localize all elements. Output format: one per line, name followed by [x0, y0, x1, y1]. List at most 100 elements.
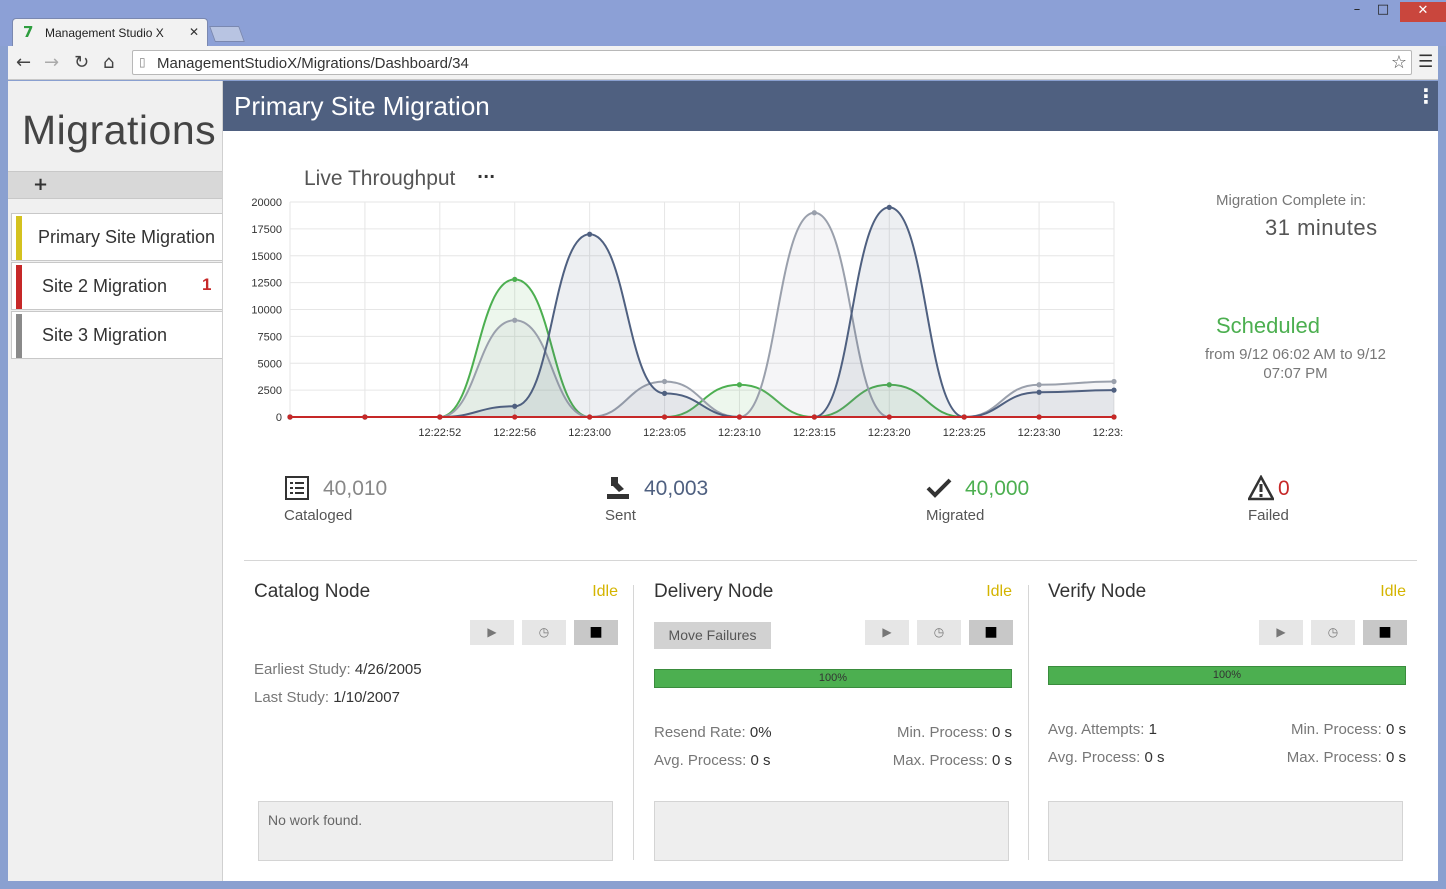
stat-label: Migrated: [926, 507, 985, 524]
min-process-label: Min. Process:: [896, 724, 988, 741]
page-icon: ▯: [139, 55, 146, 69]
stat-label: Failed: [1248, 507, 1289, 524]
data-point: [661, 390, 668, 396]
app-root: Migrations + Primary Site Migration Site…: [8, 81, 1438, 881]
avg-attempts-label: Avg. Attempts:: [1048, 721, 1145, 738]
schedule-button[interactable]: ◷: [917, 620, 961, 645]
schedule-button[interactable]: ◷: [522, 620, 566, 645]
error-count-badge: 1: [202, 275, 212, 294]
column-divider: [1028, 585, 1029, 860]
data-point: [961, 414, 967, 420]
min-process: Min. Process: 0 s: [1291, 721, 1406, 738]
avg-attempts-value: 1: [1148, 721, 1157, 738]
schedule-button[interactable]: ◷: [1311, 620, 1355, 645]
stop-button[interactable]: ■: [969, 620, 1013, 645]
data-point: [1036, 414, 1042, 420]
y-tick-label: 2500: [258, 385, 282, 397]
data-point: [661, 378, 668, 385]
min-process-value: 0 s: [991, 724, 1012, 741]
migration-name: Primary Site Migration: [38, 227, 216, 247]
browser-tab[interactable]: 7 Management Studio X ✕: [12, 18, 208, 46]
minimize-icon[interactable]: –: [1346, 2, 1368, 22]
progress-bar: 100%: [1048, 666, 1406, 685]
avg-process-label: Avg. Process:: [1048, 749, 1141, 766]
x-tick-label: 12:22:52: [418, 427, 461, 439]
page-header: Primary Site Migration ⋮: [223, 81, 1438, 131]
data-point: [587, 414, 593, 420]
stop-button[interactable]: ■: [574, 620, 618, 645]
data-point: [736, 414, 743, 420]
home-icon[interactable]: ⌂: [103, 52, 114, 73]
forward-icon[interactable]: →: [44, 52, 59, 73]
play-button[interactable]: ▶: [1259, 620, 1303, 645]
tab-title: Management Studio X: [45, 26, 164, 40]
migration-color-bar: [16, 216, 22, 260]
max-process-label: Max. Process:: [892, 752, 988, 769]
progress-bar: 100%: [654, 669, 1012, 688]
browser-menu-icon[interactable]: ☰: [1418, 52, 1433, 72]
resend-rate-value: 0%: [749, 724, 772, 741]
min-process-value: 0 s: [1385, 721, 1406, 738]
data-point: [886, 414, 892, 420]
play-button[interactable]: ▶: [470, 620, 514, 645]
stop-button[interactable]: ■: [1363, 620, 1407, 645]
migration-item-site2[interactable]: Site 2 Migration 1: [11, 262, 222, 310]
reload-icon[interactable]: ↻: [74, 52, 89, 73]
x-tick-label: 12:23:20: [868, 427, 911, 439]
y-tick-label: 17500: [251, 224, 282, 236]
series-area: [290, 207, 1114, 417]
series-line: [290, 206, 1115, 419]
delivery-node: Delivery Node Idle Move Failures ▶ ◷ ■ 1…: [654, 577, 1013, 877]
back-icon[interactable]: ←: [16, 52, 31, 73]
maximize-icon[interactable]: □: [1372, 2, 1394, 22]
stat-value: 40,000: [965, 477, 1030, 500]
send-icon: [607, 477, 629, 499]
throughput-chart: 20000 17500 15000 12500 10000 7500 5000 2500 0 12…: [251, 197, 1123, 439]
schedule-status: Scheduled: [1216, 313, 1320, 338]
migration-name: Site 2 Migration: [42, 276, 168, 296]
x-tick-label: 12:23:15: [793, 427, 836, 439]
y-tick-label: 7500: [258, 331, 282, 343]
migration-item-primary[interactable]: Primary Site Migration: [11, 213, 222, 261]
new-tab-button[interactable]: [209, 26, 245, 42]
y-tick-label: 5000: [258, 358, 282, 370]
data-point: [512, 276, 518, 282]
migration-item-site3[interactable]: Site 3 Migration: [11, 311, 222, 359]
data-point: [362, 414, 368, 420]
stat-value: 40,010: [323, 477, 388, 500]
url-text[interactable]: ManagementStudioX/Migrations/Dashboard/3…: [157, 55, 469, 72]
sidebar: Migrations + Primary Site Migration Site…: [8, 81, 223, 881]
work-box: [654, 801, 1009, 861]
work-box: [1048, 801, 1403, 861]
data-point: [1036, 382, 1042, 388]
data-point: [587, 231, 593, 237]
data-point: [287, 414, 293, 420]
y-tick-label: 10000: [251, 305, 282, 317]
window-close-icon[interactable]: ✕: [1400, 2, 1446, 22]
data-point: [811, 414, 817, 420]
y-tick-label: 12500: [251, 278, 282, 290]
address-bar[interactable]: ▯ ManagementStudioX/Migrations/Dashboard…: [132, 50, 1412, 75]
move-failures-button[interactable]: Move Failures: [654, 622, 771, 649]
max-process-value: 0 s: [991, 752, 1012, 769]
add-migration-button[interactable]: +: [8, 171, 222, 199]
data-point: [886, 204, 892, 210]
list-icon: [285, 476, 309, 500]
bookmark-star-icon[interactable]: ☆: [1391, 52, 1407, 73]
close-tab-icon[interactable]: ✕: [189, 25, 199, 39]
x-tick-label: 12:23:10: [718, 427, 761, 439]
avg-process-value: 0 s: [750, 752, 771, 769]
migration-color-bar: [16, 265, 22, 309]
data-point: [736, 382, 743, 388]
avg-attempts: Avg. Attempts: 1: [1048, 721, 1157, 738]
node-title: Delivery Node: [654, 581, 774, 602]
data-point: [512, 414, 518, 420]
kebab-menu-icon[interactable]: ⋮: [1416, 86, 1436, 106]
avg-process: Avg. Process: 0 s: [1048, 749, 1164, 766]
data-point: [661, 414, 668, 420]
resend-rate: Resend Rate: 0%: [654, 724, 772, 741]
data-point: [1111, 387, 1117, 393]
browser-toolbar: ← → ↻ ⌂ ▯ ManagementStudioX/Migrations/D…: [8, 46, 1438, 80]
play-button[interactable]: ▶: [865, 620, 909, 645]
sidebar-title: Migrations: [22, 107, 217, 153]
